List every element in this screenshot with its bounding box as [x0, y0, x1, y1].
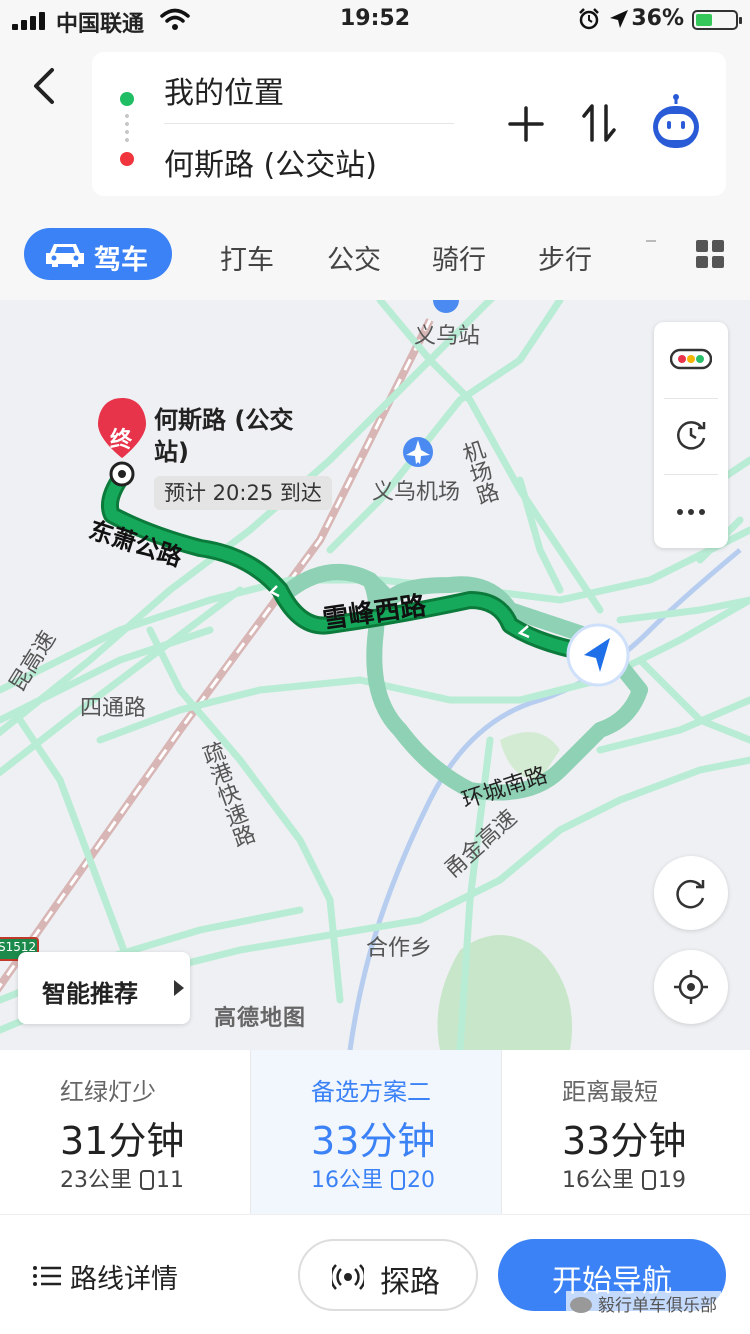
- eta-badge: 预计 20:25 到达: [154, 476, 332, 510]
- tab-walk[interactable]: 步行: [538, 238, 592, 277]
- option-distance: 23公里: [60, 1168, 132, 1193]
- route-dots: [125, 112, 129, 144]
- traffic-light-small-icon: [391, 1170, 405, 1190]
- route-input-box: 我的位置 何斯路 (公交站): [92, 52, 726, 196]
- tab-drive-label: 驾车: [94, 245, 148, 276]
- watermark-text: 毅行单车俱乐部: [598, 1296, 717, 1316]
- explore-label: 探路: [380, 1265, 440, 1300]
- label-sitong-road: 四通路: [80, 696, 147, 721]
- location-services-icon: [610, 10, 628, 28]
- tab-ride[interactable]: 骑行: [432, 238, 486, 277]
- option-info: 23公里 11: [60, 1162, 184, 1194]
- smart-recommend-button[interactable]: 智能推荐: [18, 952, 190, 1024]
- transport-mode-tabs: 驾车 打车 公交 骑行 步行: [0, 226, 750, 286]
- traffic-light-small-icon: [642, 1170, 656, 1190]
- option-duration: 33分钟: [562, 1119, 687, 1163]
- option-distance: 16公里: [562, 1168, 634, 1193]
- status-bar: 中国联通 19:52 36%: [0, 0, 750, 40]
- map-tools-panel: [654, 322, 728, 548]
- origin-dot: [120, 92, 134, 106]
- route-option-3[interactable]: 距离最短 33分钟 16公里 19: [502, 1050, 750, 1214]
- option-duration: 31分钟: [60, 1119, 185, 1163]
- map-view[interactable]: 义乌站 义乌机场 机场路 东萧公路 雪峰西路 四通路 疏港快速路 环城南路 甬金…: [0, 300, 750, 1050]
- destination-field[interactable]: 何斯路 (公交站): [164, 140, 377, 184]
- option-tag: 备选方案二: [311, 1078, 431, 1106]
- label-yiwu-station: 义乌站: [414, 324, 481, 349]
- origin-field[interactable]: 我的位置: [164, 68, 284, 112]
- refresh-button[interactable]: [654, 856, 728, 930]
- list-icon: [33, 1266, 61, 1286]
- label-yiwu-airport: 义乌机场: [372, 480, 461, 505]
- option-info: 16公里 20: [311, 1162, 435, 1194]
- end-marker-label: 终: [110, 428, 133, 453]
- back-arrow-icon[interactable]: [24, 62, 64, 110]
- traffic-light-small-icon: [140, 1170, 154, 1190]
- destination-title: 何斯路 (公交站): [154, 406, 294, 466]
- locate-button[interactable]: [654, 950, 728, 1024]
- explore-route-button[interactable]: 探路: [298, 1239, 478, 1311]
- broadcast-icon: [332, 1264, 364, 1290]
- option-lights: 20: [407, 1168, 435, 1193]
- option-tag: 红绿灯少: [60, 1078, 156, 1106]
- refresh-icon: [676, 879, 705, 909]
- route-option-2[interactable]: 备选方案二 33分钟 16公里 20: [251, 1050, 501, 1214]
- smart-recommend-label: 智能推荐: [42, 980, 138, 1008]
- locate-crosshair-icon: [674, 970, 708, 1004]
- tab-bus[interactable]: 公交: [327, 238, 381, 277]
- option-lights: 19: [658, 1168, 686, 1193]
- car-icon: [46, 244, 84, 267]
- option-lights: 11: [156, 1168, 184, 1193]
- label-hezuo-township: 合作乡: [366, 936, 433, 961]
- tab-taxi[interactable]: 打车: [220, 238, 274, 277]
- tab-overflow-hint: [646, 240, 656, 242]
- battery-percentage: 36%: [631, 6, 684, 31]
- option-duration: 33分钟: [311, 1119, 436, 1163]
- wechat-icon: [570, 1297, 592, 1313]
- route-options: 红绿灯少 31分钟 23公里 11 备选方案二 33分钟 16公里 20 距离最短 …: [0, 1050, 750, 1214]
- watermark: 毅行单车俱乐部: [566, 1291, 721, 1316]
- route-option-1[interactable]: 红绿灯少 31分钟 23公里 11: [0, 1050, 250, 1214]
- traffic-light-icon[interactable]: [670, 346, 712, 372]
- option-tag: 距离最短: [562, 1078, 658, 1106]
- grid-menu-icon[interactable]: [696, 240, 724, 268]
- play-triangle-icon: [174, 980, 184, 996]
- assistant-robot-icon[interactable]: [648, 92, 704, 152]
- destination-dot: [120, 152, 134, 166]
- tab-drive[interactable]: 驾车: [24, 228, 172, 280]
- route-header: 我的位置 何斯路 (公交站) 驾车 打车 公交 骑行 步行: [0, 40, 750, 300]
- battery-icon: [692, 10, 742, 30]
- amap-logo: 高德地图: [214, 1006, 307, 1031]
- bottom-action-bar: 路线详情 探路 开始导航 毅行单车俱乐部: [0, 1214, 750, 1334]
- add-waypoint-icon[interactable]: [506, 104, 546, 144]
- swap-icon[interactable]: [580, 102, 618, 144]
- history-clock-icon[interactable]: [674, 418, 708, 452]
- alarm-icon: [579, 8, 599, 30]
- more-dots-icon[interactable]: [676, 508, 706, 516]
- option-info: 16公里 19: [562, 1162, 686, 1194]
- route-details-label: 路线详情: [70, 1264, 178, 1295]
- option-distance: 16公里: [311, 1168, 383, 1193]
